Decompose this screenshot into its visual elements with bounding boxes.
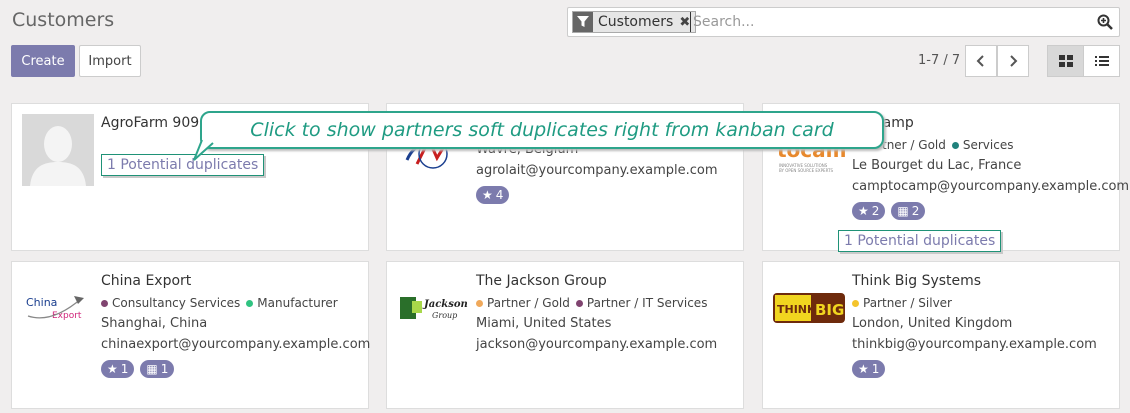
pager-previous-button[interactable]	[965, 45, 997, 77]
chevron-left-icon	[976, 55, 984, 67]
china-export-logo-icon: China Export	[22, 272, 94, 344]
star-count: 2	[871, 204, 880, 218]
tag: Consultancy Services	[101, 296, 240, 310]
partner-tags: Consultancy Services Manufacturer	[101, 296, 362, 310]
callout-pointer	[193, 140, 214, 161]
create-button[interactable]: Create	[11, 45, 75, 77]
list-icon	[1094, 56, 1109, 66]
list-view-button[interactable]	[1083, 45, 1120, 77]
star-badge[interactable]: ★ 1	[101, 360, 135, 378]
search-icon[interactable]	[1097, 14, 1113, 34]
activity-count: 1	[160, 362, 169, 376]
partner-name: China Export	[101, 273, 192, 289]
partner-name: ptocamp	[852, 114, 1113, 132]
potential-duplicates-link[interactable]: 1 Potential duplicates	[101, 154, 265, 176]
filter-icon	[573, 12, 593, 32]
think-big-logo-icon: THINK BIG	[773, 272, 845, 344]
pager-next-button[interactable]	[997, 45, 1029, 77]
svg-text:Jackson: Jackson	[422, 299, 468, 310]
chevron-right-icon	[1010, 55, 1018, 67]
star-icon: ★	[858, 204, 869, 218]
partner-email: chinaexport@yourcompany.example.com	[101, 337, 371, 352]
partner-email: jackson@yourcompany.example.com	[476, 337, 718, 352]
potential-duplicates-link[interactable]: 1 Potential duplicates	[838, 230, 1002, 252]
star-count: 4	[495, 188, 504, 202]
partner-name: The Jackson Group	[476, 273, 607, 289]
facet-label: Customers	[598, 14, 674, 30]
partner-address: Shanghai, China	[101, 316, 208, 331]
search-facet[interactable]: Customers ✖	[572, 11, 697, 33]
star-icon: ★	[482, 188, 493, 202]
partner-address: London, United Kingdom	[852, 316, 1013, 331]
page-title: Customers	[12, 9, 115, 31]
partner-email: agrolait@yourcompany.example.com	[476, 163, 718, 178]
search-bar[interactable]: Customers ✖	[567, 7, 1120, 37]
import-button[interactable]: Import	[79, 45, 141, 77]
jackson-group-logo-icon: Jackson Group	[397, 272, 469, 344]
partner-tags: Partner / Gold Services	[852, 138, 1113, 152]
avatar-placeholder-icon	[22, 114, 94, 186]
kanban-card[interactable]: THINK BIG Think Big Systems Partner / Sil…	[762, 261, 1120, 409]
partner-tags: Partner / Gold Partner / IT Services	[476, 296, 737, 310]
kanban-view-button[interactable]	[1047, 45, 1084, 77]
tag: Partner / IT Services	[575, 296, 707, 310]
star-count: 1	[120, 362, 129, 376]
star-icon: ★	[858, 362, 869, 376]
svg-text:China: China	[26, 296, 57, 309]
tag: Services	[951, 138, 1013, 152]
remove-facet-icon[interactable]: ✖	[679, 15, 690, 30]
partner-address: Le Bourget du Lac, France	[852, 158, 1022, 173]
calendar-icon: ▦	[146, 362, 158, 376]
activity-badge[interactable]: ▦ 2	[891, 202, 926, 220]
calendar-icon: ▦	[897, 204, 909, 218]
star-badge[interactable]: ★ 4	[476, 186, 510, 204]
star-count: 1	[871, 362, 880, 376]
tag: Manufacturer	[246, 296, 338, 310]
svg-text:Export: Export	[52, 311, 82, 321]
kanban-card[interactable]: China Export China Export Consultancy Ser…	[11, 261, 371, 409]
svg-text:THINK: THINK	[777, 303, 816, 316]
tag: Partner / Silver	[852, 296, 952, 310]
search-input[interactable]	[690, 12, 1090, 32]
tag: Partner / Gold	[476, 296, 570, 310]
activity-badge[interactable]: ▦ 1	[140, 360, 175, 378]
activity-count: 2	[911, 204, 920, 218]
svg-text:BY OPEN SOURCE EXPERTS: BY OPEN SOURCE EXPERTS	[779, 168, 834, 173]
kanban-card[interactable]: Jackson Group The Jackson Group Partner /…	[386, 261, 744, 409]
svg-text:Group: Group	[432, 311, 457, 320]
partner-name: Think Big Systems	[852, 273, 982, 289]
partner-tags: Partner / Silver	[852, 296, 1113, 310]
grid-icon	[1058, 55, 1073, 67]
partner-address: Miami, United States	[476, 316, 612, 331]
annotation-callout: Click to show partners soft duplicates r…	[200, 111, 884, 149]
svg-text:BIG: BIG	[815, 301, 844, 319]
star-icon: ★	[107, 362, 118, 376]
pager-value[interactable]: 1-7 / 7	[918, 53, 960, 68]
star-badge[interactable]: ★ 1	[852, 360, 886, 378]
partner-email: thinkbig@yourcompany.example.com	[852, 337, 1097, 352]
partner-email: camptocamp@yourcompany.example.com	[852, 179, 1130, 194]
star-badge[interactable]: ★ 2	[852, 202, 886, 220]
